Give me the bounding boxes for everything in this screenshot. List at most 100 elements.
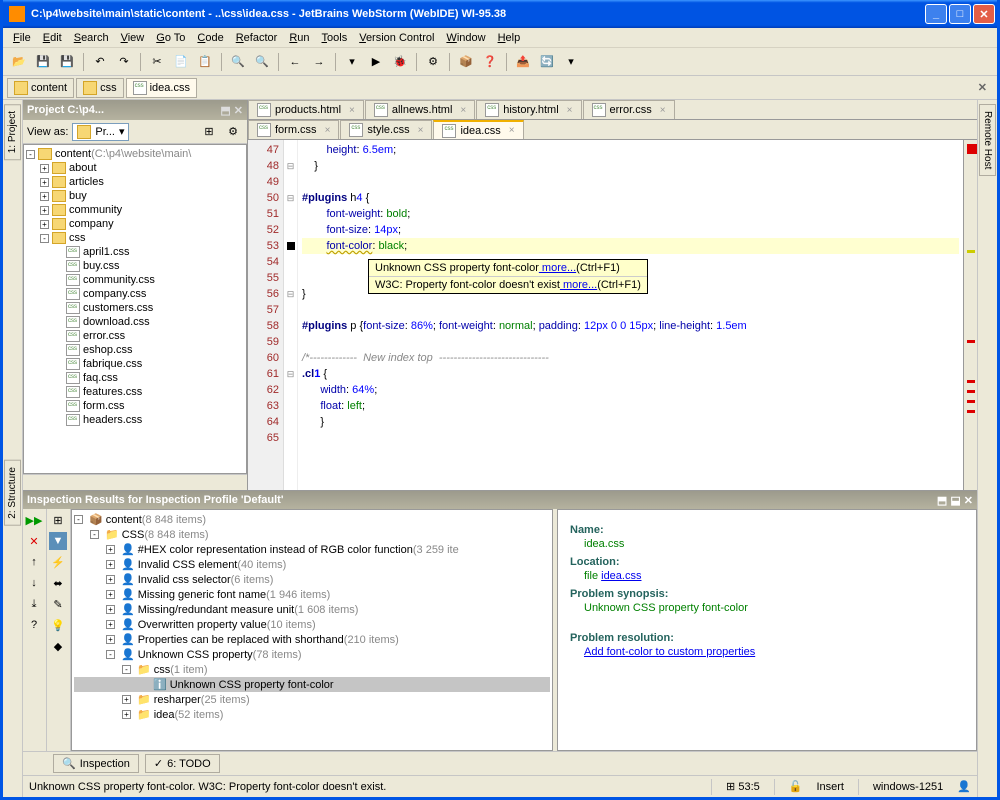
tree-item[interactable]: error.css: [26, 329, 244, 343]
menu-window[interactable]: Window: [440, 30, 491, 46]
menu-version-control[interactable]: Version Control: [353, 30, 440, 46]
detail-resolution-link[interactable]: Add font-color to custom properties: [584, 646, 755, 658]
breadcrumb-css[interactable]: css: [76, 78, 124, 98]
tab-close-icon[interactable]: ×: [460, 105, 466, 116]
back-icon[interactable]: ←: [285, 52, 305, 72]
inspection-tree[interactable]: -📦content (8 848 items)-📁CSS (8 848 item…: [71, 509, 553, 751]
run-icon[interactable]: ▶: [366, 52, 386, 72]
menu-refactor[interactable]: Refactor: [230, 30, 284, 46]
diff-icon[interactable]: ◆: [49, 637, 67, 655]
save-icon[interactable]: 💾: [33, 52, 53, 72]
tree-item[interactable]: buy.css: [26, 259, 244, 273]
menu-code[interactable]: Code: [191, 30, 229, 46]
inspection-item[interactable]: +📁idea (52 items): [74, 707, 550, 722]
editor-tab-idea.css[interactable]: idea.css×: [433, 120, 523, 139]
hector-icon[interactable]: 👤: [957, 780, 971, 793]
inspection-item[interactable]: +👤#HEX color representation instead of R…: [74, 542, 550, 557]
prev-icon[interactable]: ↑: [25, 553, 43, 571]
project-tree[interactable]: -content (C:\p4\website\main\+about+arti…: [23, 144, 247, 474]
next-icon[interactable]: ↓: [25, 574, 43, 592]
settings-icon[interactable]: ⚙: [423, 52, 443, 72]
export-icon[interactable]: ⤓: [25, 595, 43, 613]
inspection-item[interactable]: -📁css (1 item): [74, 662, 550, 677]
status-encoding[interactable]: windows-1251: [873, 781, 943, 793]
sync-icon[interactable]: 🔄: [537, 52, 557, 72]
minimize-button[interactable]: _: [925, 4, 947, 24]
collapse-icon[interactable]: ⚙: [223, 122, 243, 142]
editor-tab-allnews.html[interactable]: allnews.html×: [365, 100, 475, 119]
tree-item[interactable]: +articles: [26, 175, 244, 189]
breadcrumb-close-icon[interactable]: ✕: [972, 81, 993, 94]
paste-icon[interactable]: 📋: [195, 52, 215, 72]
tooltip-more-link-1[interactable]: more...: [539, 262, 576, 274]
tab-close-icon[interactable]: ×: [418, 125, 424, 136]
tree-item[interactable]: +about: [26, 161, 244, 175]
project-tool-tab[interactable]: 1: Project: [4, 104, 21, 160]
dropdown-icon[interactable]: ▾: [561, 52, 581, 72]
group-by-icon[interactable]: ▼: [49, 532, 67, 550]
horizontal-scrollbar[interactable]: [23, 474, 247, 490]
menu-view[interactable]: View: [115, 30, 151, 46]
menu-edit[interactable]: Edit: [37, 30, 68, 46]
panel-hide-icon[interactable]: ⬒ ✕: [220, 104, 243, 117]
menu-help[interactable]: Help: [492, 30, 527, 46]
tree-item[interactable]: +company: [26, 217, 244, 231]
editor-tab-form.css[interactable]: form.css×: [248, 120, 339, 139]
help-icon[interactable]: ?: [25, 616, 43, 634]
tree-item[interactable]: fabrique.css: [26, 357, 244, 371]
todo-tab[interactable]: ✓ 6: TODO: [145, 754, 220, 773]
tree-item[interactable]: features.css: [26, 385, 244, 399]
inspection-item[interactable]: -📦content (8 848 items): [74, 512, 550, 527]
error-stripe[interactable]: [963, 140, 977, 490]
run-config-icon[interactable]: ▾: [342, 52, 362, 72]
close-icon[interactable]: ✕: [25, 532, 43, 550]
inspection-item[interactable]: +👤Invalid css selector (6 items): [74, 572, 550, 587]
maximize-button[interactable]: □: [949, 4, 971, 24]
menu-search[interactable]: Search: [68, 30, 115, 46]
tab-close-icon[interactable]: ×: [660, 105, 666, 116]
filter-icon[interactable]: ⚡: [49, 553, 67, 571]
rerun-icon[interactable]: ▶▶: [25, 511, 43, 529]
code-editor[interactable]: 47484950515253545556575859606162636465 ⊟…: [248, 140, 977, 490]
inspection-item[interactable]: ℹ️Unknown CSS property font-color: [74, 677, 550, 692]
scroll-to-source-icon[interactable]: ⊞: [199, 122, 219, 142]
find-icon[interactable]: 🔍: [228, 52, 248, 72]
menu-tools[interactable]: Tools: [316, 30, 354, 46]
tree-item[interactable]: headers.css: [26, 413, 244, 427]
inspection-item[interactable]: -📁CSS (8 848 items): [74, 527, 550, 542]
close-button[interactable]: ✕: [973, 4, 995, 24]
inspection-item[interactable]: +👤Invalid CSS element (40 items): [74, 557, 550, 572]
inspection-tab[interactable]: 🔍 Inspection: [53, 754, 139, 773]
cut-icon[interactable]: ✂: [147, 52, 167, 72]
tree-item[interactable]: eshop.css: [26, 343, 244, 357]
vcs-icon[interactable]: 📦: [456, 52, 476, 72]
tree-item[interactable]: -content (C:\p4\website\main\: [26, 147, 244, 161]
debug-icon[interactable]: 🐞: [390, 52, 410, 72]
copy-icon[interactable]: 📄: [171, 52, 191, 72]
inspection-item[interactable]: +📁resharper (25 items): [74, 692, 550, 707]
tree-item[interactable]: form.css: [26, 399, 244, 413]
tree-item[interactable]: +community: [26, 203, 244, 217]
inspection-item[interactable]: +👤Properties can be replaced with shorth…: [74, 632, 550, 647]
detail-location-link[interactable]: idea.css: [601, 570, 641, 582]
structure-tool-tab[interactable]: 2: Structure: [4, 460, 21, 526]
fold-gutter[interactable]: ⊟⊟⊟⊟: [284, 140, 298, 490]
menu-go-to[interactable]: Go To: [150, 30, 191, 46]
code-content[interactable]: height: 6.5em; }#plugins h4 { font-weigh…: [298, 140, 963, 490]
tab-close-icon[interactable]: ×: [325, 125, 331, 136]
tree-item[interactable]: customers.css: [26, 301, 244, 315]
forward-icon[interactable]: →: [309, 52, 329, 72]
tree-item[interactable]: -css: [26, 231, 244, 245]
tree-item[interactable]: april1.css: [26, 245, 244, 259]
editor-tab-history.html[interactable]: history.html×: [476, 100, 581, 119]
inspection-item[interactable]: +👤Overwritten property value (10 items): [74, 617, 550, 632]
tree-item[interactable]: +buy: [26, 189, 244, 203]
inspection-hide-icon[interactable]: ⬒ ⬓ ✕: [937, 494, 973, 507]
inspection-item[interactable]: +👤Missing generic font name (1 946 items…: [74, 587, 550, 602]
expand-icon[interactable]: ⊞: [49, 511, 67, 529]
tab-close-icon[interactable]: ×: [509, 125, 515, 136]
tab-close-icon[interactable]: ×: [349, 105, 355, 116]
view-as-combo[interactable]: Pr... ▾: [72, 123, 129, 141]
editor-tab-style.css[interactable]: style.css×: [340, 120, 432, 139]
deploy-icon[interactable]: 📤: [513, 52, 533, 72]
